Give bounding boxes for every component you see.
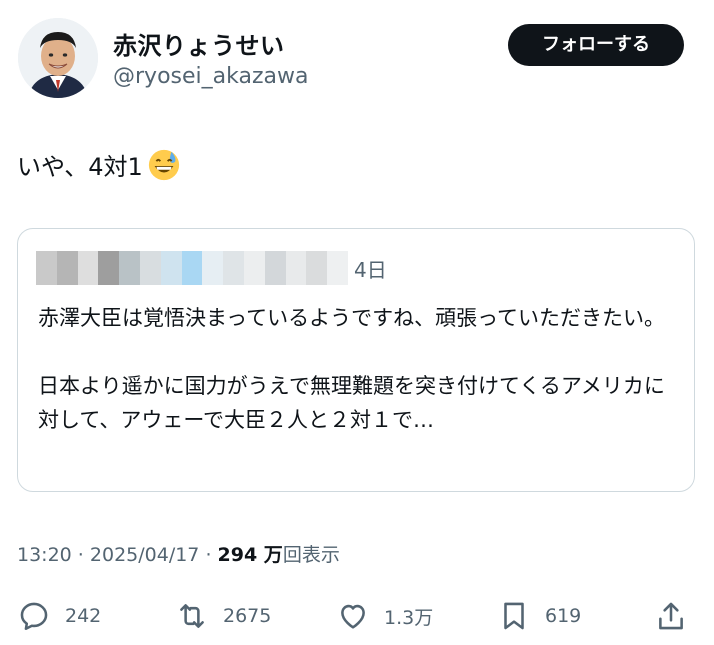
user-handle[interactable]: @ryosei_akazawa bbox=[113, 64, 308, 89]
tweet-header: 赤沢りょうせい @ryosei_akazawa フォローする bbox=[0, 0, 714, 110]
reply-button[interactable]: 242 bbox=[17, 592, 101, 640]
bookmark-icon bbox=[504, 602, 524, 630]
retweet-count: 2675 bbox=[223, 605, 272, 627]
quote-timestamp: 4日 bbox=[354, 258, 387, 282]
meta-separator: · bbox=[71, 544, 90, 566]
like-button[interactable]: 1.3万 bbox=[336, 592, 433, 640]
heart-icon bbox=[341, 604, 365, 629]
follow-button[interactable]: フォローする bbox=[508, 24, 684, 66]
avatar-image bbox=[18, 18, 98, 98]
tweet-body: いや、4対1 bbox=[17, 147, 181, 182]
share-button[interactable] bbox=[654, 592, 688, 640]
tweet-time[interactable]: 13:20 bbox=[17, 544, 72, 566]
avatar[interactable] bbox=[18, 18, 98, 98]
tweet-meta: 13:20 · 2025/04/17 · 294 万回表示 bbox=[17, 540, 340, 567]
quoted-tweet[interactable]: 4日 赤澤大臣は覚悟決まっているようですね、頑張っていただきたい。 日本より遥か… bbox=[17, 228, 695, 492]
display-name[interactable]: 赤沢りょうせい bbox=[113, 26, 285, 61]
view-count: 294 万 bbox=[217, 544, 283, 566]
blurred-quote-author bbox=[36, 251, 348, 285]
tweet-text: いや、4対1 bbox=[17, 153, 143, 181]
retweet-icon bbox=[180, 604, 204, 628]
tweet-actions: 242 2675 1.3万 619 bbox=[0, 592, 714, 640]
tweet-date[interactable]: 2025/04/17 bbox=[90, 544, 200, 566]
retweet-button[interactable]: 2675 bbox=[175, 592, 271, 640]
share-icon bbox=[659, 602, 683, 630]
bookmark-count: 619 bbox=[545, 605, 582, 627]
reply-icon bbox=[20, 602, 48, 631]
grinning-sweat-emoji-icon bbox=[148, 149, 179, 180]
bookmark-button[interactable]: 619 bbox=[497, 592, 581, 640]
meta-separator: · bbox=[199, 544, 218, 566]
quote-text: 赤澤大臣は覚悟決まっているようですね、頑張っていただきたい。 日本より遥かに国力… bbox=[38, 306, 666, 432]
view-label: 回表示 bbox=[282, 544, 340, 566]
like-count: 1.3万 bbox=[384, 606, 434, 629]
reply-count: 242 bbox=[65, 605, 102, 627]
